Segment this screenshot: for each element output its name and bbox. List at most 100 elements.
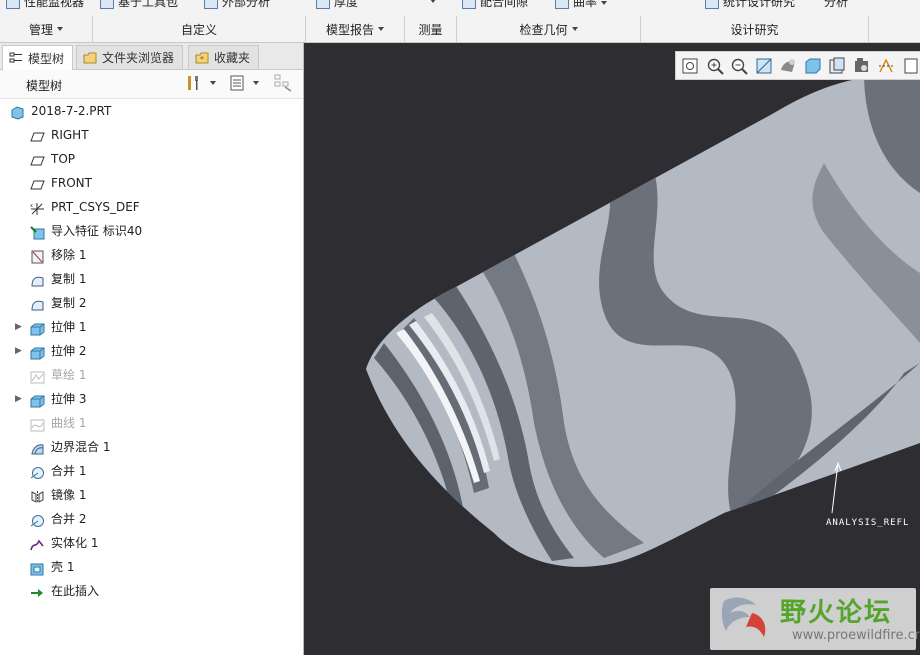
- tree-item[interactable]: 移除 1: [0, 243, 303, 267]
- datum-plane-icon: [30, 176, 45, 190]
- ribbon: 性能监视器 基于工具包 外部分析 厚度 配合间隙 曲率 统计设计研究 分析 管理…: [0, 0, 920, 43]
- thickness-button[interactable]: 厚度: [316, 0, 358, 10]
- expand-arrow-icon[interactable]: ▶: [15, 387, 23, 411]
- statistical-design-button[interactable]: 统计设计研究: [705, 0, 795, 10]
- tree-item-label: FRONT: [51, 176, 92, 190]
- tree-item[interactable]: 合并 2: [0, 507, 303, 531]
- remove-icon: [30, 248, 45, 264]
- group-inspect-geometry[interactable]: 检查几何: [457, 16, 641, 42]
- tree-settings-button[interactable]: [185, 74, 205, 92]
- tab-model-tree[interactable]: 模型树: [2, 45, 74, 70]
- analysis-button[interactable]: 分析: [824, 0, 848, 10]
- filter-tree-icon: [274, 74, 292, 92]
- tree-item[interactable]: 壳 1: [0, 555, 303, 579]
- measure-dropdown-caret[interactable]: [426, 0, 436, 7]
- group-model-report[interactable]: 模型报告: [306, 16, 405, 42]
- merge-icon: [30, 464, 45, 479]
- display-style-button[interactable]: [803, 55, 824, 77]
- toolkit-button[interactable]: 基于工具包: [100, 0, 178, 10]
- merge-icon: [30, 512, 45, 527]
- datum-display-button[interactable]: [876, 55, 897, 77]
- zoom-out-button[interactable]: [729, 55, 750, 77]
- tree-item[interactable]: ▶ 拉伸 3: [0, 387, 303, 411]
- tree-item[interactable]: 边界混合 1: [0, 435, 303, 459]
- tab-favorites[interactable]: * 收藏夹: [188, 45, 260, 69]
- performance-monitor-button[interactable]: 性能监视器: [6, 0, 84, 10]
- tree-item[interactable]: 合并 1: [0, 459, 303, 483]
- tree-item-label: RIGHT: [51, 128, 89, 142]
- view-manager-button[interactable]: [852, 55, 873, 77]
- shading-button[interactable]: [778, 55, 799, 77]
- tree-item[interactable]: 复制 2: [0, 291, 303, 315]
- chevron-down-icon: [57, 27, 63, 31]
- reorient-button[interactable]: [754, 55, 775, 77]
- tree-item[interactable]: FRONT: [0, 171, 303, 195]
- zoom-in-button[interactable]: [705, 55, 726, 77]
- more-button[interactable]: [901, 55, 920, 77]
- graphics-viewport[interactable]: ANALYSIS_REFL 野火论坛 www.proewildfire.cn: [304, 43, 920, 655]
- watermark-url: www.proewildfire.cn: [792, 628, 920, 643]
- statistics-icon: [705, 0, 719, 9]
- toolkit-icon: [100, 0, 114, 9]
- model-tree-header: 模型树: [0, 70, 303, 99]
- tree-item[interactable]: x PRT_CSYS_DEF: [0, 195, 303, 219]
- tree-item[interactable]: ▶ 拉伸 2: [0, 339, 303, 363]
- ribbon-command-row: 性能监视器 基于工具包 外部分析 厚度 配合间隙 曲率 统计设计研究 分析: [0, 0, 920, 16]
- extrude-icon: [30, 320, 45, 336]
- tree-item-label: 实体化 1: [51, 536, 99, 550]
- tree-item[interactable]: RIGHT: [0, 123, 303, 147]
- mirror-icon: [30, 488, 45, 503]
- tree-item[interactable]: 在此插入: [0, 579, 303, 603]
- solidify-icon: [30, 536, 45, 551]
- tree-item-label: 边界混合 1: [51, 440, 111, 454]
- ribbon-group-labels: 管理 自定义 模型报告 测量 检查几何 设计研究: [0, 16, 920, 42]
- curvature-button[interactable]: 曲率: [555, 0, 608, 10]
- tree-item[interactable]: ▶ 拉伸 1: [0, 315, 303, 339]
- reflection-analysis-label[interactable]: ANALYSIS_REFL: [826, 518, 909, 528]
- expand-arrow-icon[interactable]: ▶: [15, 339, 23, 363]
- zoom-fit-button[interactable]: [680, 55, 701, 77]
- expand-arrow-icon[interactable]: ▶: [15, 315, 23, 339]
- more-icon: [904, 58, 918, 73]
- shell-icon: [30, 560, 45, 576]
- clearance-button[interactable]: 配合间隙: [462, 0, 528, 10]
- tree-item[interactable]: TOP: [0, 147, 303, 171]
- tree-item[interactable]: 复制 1: [0, 267, 303, 291]
- tab-folder-browser[interactable]: 文件夹浏览器: [76, 45, 184, 69]
- chevron-down-icon: [430, 0, 436, 3]
- tree-item-label: TOP: [51, 152, 76, 166]
- external-analysis-icon: [204, 0, 218, 9]
- group-manage[interactable]: 管理: [0, 16, 93, 42]
- zoom-in-icon: [707, 58, 724, 75]
- tree-filter-button[interactable]: [273, 74, 293, 92]
- tree-columns-button[interactable]: [227, 74, 247, 92]
- tree-item-label: 移除 1: [51, 248, 87, 262]
- tree-item[interactable]: 镜像 1: [0, 483, 303, 507]
- tree-item[interactable]: 草绘 1: [0, 363, 303, 387]
- sketch-icon: [30, 368, 45, 384]
- tree-item[interactable]: 2018-7-2.PRT: [0, 99, 303, 123]
- tree-item-label: 导入特征 标识40: [51, 224, 143, 238]
- import-feature-icon: [30, 224, 45, 240]
- external-analysis-button[interactable]: 外部分析: [204, 0, 270, 10]
- clearance-icon: [462, 0, 476, 9]
- reorient-icon: [756, 58, 772, 73]
- datum-plane-icon: [30, 152, 45, 166]
- model-surface[interactable]: [304, 43, 920, 655]
- tree-columns-dropdown[interactable]: [248, 74, 260, 92]
- chevron-down-icon: [571, 27, 578, 31]
- tree-item-label: 草绘 1: [51, 368, 87, 382]
- tree-item[interactable]: 曲线 1: [0, 411, 303, 435]
- tree-item-label: 拉伸 1: [51, 320, 87, 334]
- tree-settings-dropdown[interactable]: [205, 74, 217, 92]
- saved-views-button[interactable]: [827, 55, 848, 77]
- csys-icon: x: [30, 200, 45, 215]
- tree-item[interactable]: 实体化 1: [0, 531, 303, 555]
- navigator-panel: 模型树 文件夹浏览器 * 收藏夹 模型树 2018-7-2.PRT RIGHT TO…: [0, 43, 304, 655]
- favorites-icon: *: [195, 52, 209, 64]
- extrude-icon: [30, 344, 45, 360]
- watermark-title: 野火论坛: [780, 598, 893, 628]
- tree-item[interactable]: 导入特征 标识40: [0, 219, 303, 243]
- view-toolbar: [675, 51, 920, 80]
- monitor-icon: [6, 0, 20, 9]
